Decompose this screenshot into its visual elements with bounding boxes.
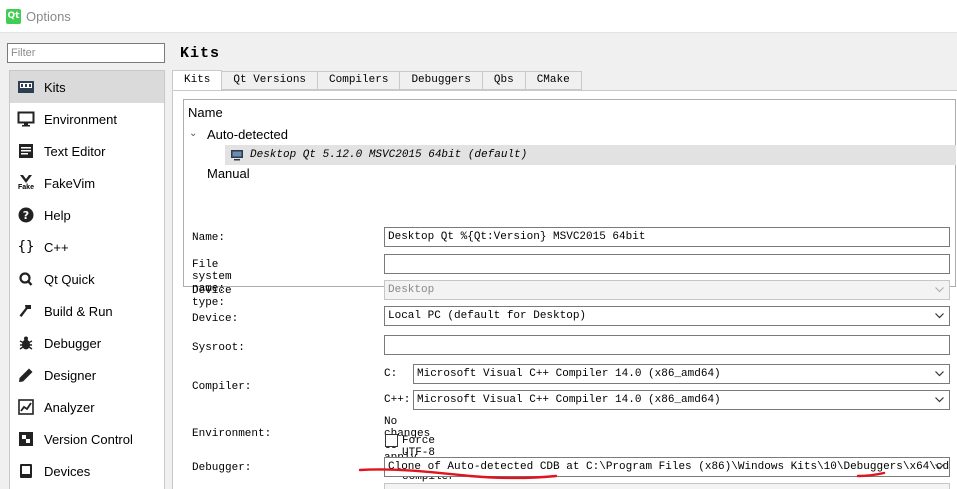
tab-debuggers[interactable]: Debuggers	[400, 71, 483, 90]
sidebar-item-label: Version Control	[44, 431, 133, 447]
sidebar-item-label: Qt Quick	[44, 271, 95, 287]
tab-compilers[interactable]: Compilers	[318, 71, 401, 90]
sidebar-item-label: FakeVim	[44, 175, 96, 191]
sidebar-item-label: Kits	[44, 79, 66, 95]
tree-group-auto-detected[interactable]: Auto-detected	[207, 127, 288, 142]
analyzer-icon	[16, 397, 36, 417]
sidebar-item-label: Environment	[44, 111, 117, 127]
sidebar-item-cpp[interactable]: {} C++	[10, 231, 164, 263]
expand-arrow-icon[interactable]: ⌄	[189, 128, 197, 139]
monitor-icon	[16, 109, 36, 129]
device-select[interactable]: Local PC (default for Desktop)	[384, 306, 950, 326]
kits-tab-content: Name ⌄ Auto-detected Desktop Qt 5.12.0 M…	[172, 90, 957, 489]
sidebar-item-devices[interactable]: Devices	[10, 455, 164, 487]
sidebar-item-label: Build & Run	[44, 303, 113, 319]
sysroot-label: Sysroot:	[192, 342, 245, 354]
sidebar-item-label: Text Editor	[44, 143, 106, 159]
c-compiler-select[interactable]: Microsoft Visual C++ Compiler 14.0 (x86_…	[413, 364, 950, 384]
fakevim-icon: Fake	[16, 173, 36, 193]
version-control-icon	[16, 429, 36, 449]
filter-input[interactable]	[7, 43, 165, 63]
compiler-label: Compiler:	[192, 381, 252, 393]
chevron-down-icon[interactable]	[932, 392, 946, 408]
tab-qt-versions[interactable]: Qt Versions	[222, 71, 319, 90]
qt-creator-icon: Qt	[6, 9, 21, 24]
sidebar-item-fakevim[interactable]: Fake FakeVim	[10, 167, 164, 199]
tab-qbs[interactable]: Qbs	[482, 71, 526, 90]
options-category-list: Kits Environment Text Editor Fake FakeVi…	[9, 70, 165, 489]
cpp-compiler-value: Microsoft Visual C++ Compiler 14.0 (x86_…	[417, 394, 721, 406]
sidebar-item-label: Designer	[44, 367, 97, 383]
name-field[interactable]: Desktop Qt %{Qt:Version} MSVC2015 64bit	[384, 227, 950, 247]
next-field-partial	[384, 483, 950, 489]
chevron-down-icon[interactable]	[932, 459, 946, 475]
svg-text:?: ?	[23, 209, 29, 222]
tree-item-kit[interactable]: Desktop Qt 5.12.0 MSVC2015 64bit (defaul…	[225, 145, 956, 165]
sidebar-item-help[interactable]: ? Help	[10, 199, 164, 231]
name-label: Name:	[192, 232, 226, 244]
tree-header-name: Name	[188, 105, 223, 120]
tree-item-kit-label: Desktop Qt 5.12.0 MSVC2015 64bit (defaul…	[250, 149, 528, 161]
device-label: Device:	[192, 313, 239, 325]
devices-icon	[16, 461, 36, 481]
sidebar-item-version-control[interactable]: Version Control	[10, 423, 164, 455]
device-type-select: Desktop	[384, 280, 950, 300]
c-compiler-value: Microsoft Visual C++ Compiler 14.0 (x86_…	[417, 368, 721, 380]
sidebar-item-label: C++	[44, 239, 69, 255]
page-title: Kits	[180, 45, 221, 62]
help-icon: ?	[16, 205, 36, 225]
debugger-value: Clone of Auto-detected CDB at C:\Program…	[388, 461, 950, 473]
qt-quick-icon	[16, 269, 36, 289]
sidebar-item-label: Analyzer	[44, 399, 95, 415]
pencil-icon	[16, 365, 36, 385]
debugger-label: Debugger:	[192, 462, 252, 474]
fakevim-icon-text: Fake	[18, 184, 34, 191]
sidebar-item-analyzer[interactable]: Analyzer	[10, 391, 164, 423]
sidebar-item-label: Debugger	[44, 335, 102, 351]
chevron-down-icon	[932, 282, 946, 298]
sidebar-item-qt-quick[interactable]: Qt Quick	[10, 263, 164, 295]
c-compiler-label: C:	[384, 368, 398, 380]
sidebar-item-kits[interactable]: Kits	[10, 71, 164, 103]
sidebar-item-environment[interactable]: Environment	[10, 103, 164, 135]
bug-icon	[16, 333, 36, 353]
kits-icon	[16, 77, 36, 97]
file-system-name-field[interactable]	[384, 254, 950, 274]
device-type-value: Desktop	[388, 284, 435, 296]
device-type-label: Device type:	[192, 285, 232, 309]
title-bar: Qt Options	[0, 0, 957, 33]
chevron-down-icon[interactable]	[932, 308, 946, 324]
braces-icon: {}	[17, 239, 35, 255]
tree-group-manual[interactable]: Manual	[207, 166, 250, 181]
sidebar-item-debugger[interactable]: Debugger	[10, 327, 164, 359]
sidebar-item-label: Help	[44, 207, 71, 223]
debugger-select[interactable]: Clone of Auto-detected CDB at C:\Program…	[384, 457, 950, 477]
sidebar-item-designer[interactable]: Designer	[10, 359, 164, 391]
text-editor-icon	[16, 141, 36, 161]
monitor-icon	[230, 149, 244, 161]
window-title: Options	[26, 9, 71, 24]
cpp-compiler-select[interactable]: Microsoft Visual C++ Compiler 14.0 (x86_…	[413, 390, 950, 410]
sysroot-field[interactable]	[384, 335, 950, 355]
tab-cmake[interactable]: CMake	[525, 71, 582, 90]
sidebar-item-label: Devices	[44, 463, 91, 479]
environment-label: Environment:	[192, 428, 272, 440]
sidebar-item-text-editor[interactable]: Text Editor	[10, 135, 164, 167]
sidebar-item-build-run[interactable]: Build & Run	[10, 295, 164, 327]
force-utf8-checkbox[interactable]	[385, 434, 398, 447]
tab-bar: Kits Qt Versions Compilers Debuggers Qbs…	[172, 70, 582, 91]
cpp-compiler-label: C++:	[384, 394, 411, 406]
chevron-down-icon[interactable]	[932, 366, 946, 382]
tab-kits[interactable]: Kits	[172, 70, 223, 91]
hammer-icon	[16, 301, 36, 321]
device-value: Local PC (default for Desktop)	[388, 310, 587, 322]
